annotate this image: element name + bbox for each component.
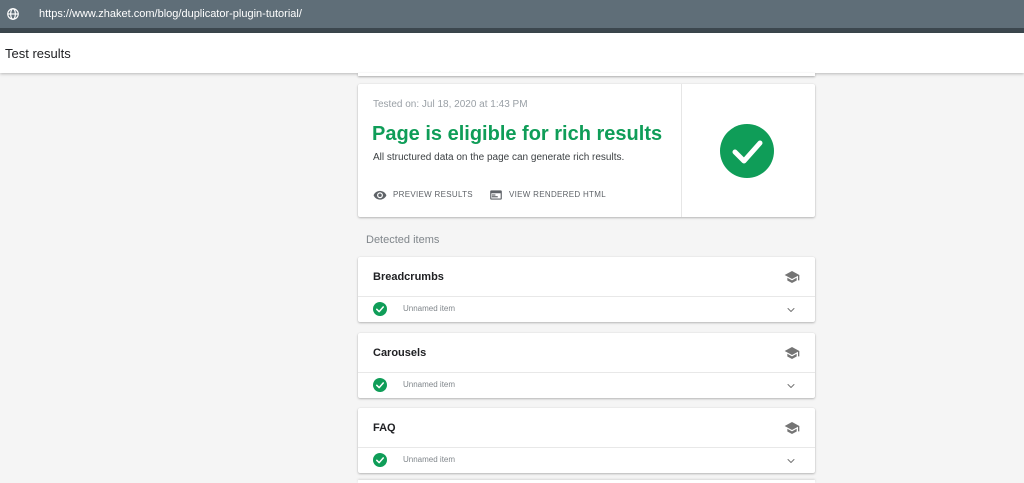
eye-icon — [373, 190, 387, 200]
item-row[interactable]: Unnamed item — [358, 448, 815, 473]
item-title: FAQ — [373, 422, 396, 434]
graduation-cap-icon[interactable] — [784, 420, 800, 436]
url-text[interactable]: https://www.zhaket.com/blog/duplicator-p… — [39, 7, 302, 21]
detected-items-heading: Detected items — [366, 234, 440, 246]
check-circle-icon — [720, 124, 774, 178]
detected-item-breadcrumbs: Breadcrumbs Unnamed item — [358, 257, 815, 322]
check-circle-icon — [373, 453, 387, 467]
result-headline: Page is eligible for rich results — [372, 123, 663, 145]
item-row[interactable]: Unnamed item — [358, 373, 815, 398]
browser-url-bar: https://www.zhaket.com/blog/duplicator-p… — [0, 0, 1024, 28]
detected-item-faq: FAQ Unnamed item — [358, 408, 815, 473]
check-circle-icon — [373, 378, 387, 392]
summary-divider — [681, 84, 682, 217]
item-name: Unnamed item — [403, 304, 456, 313]
globe-icon — [7, 8, 19, 20]
detected-item-carousels: Carousels Unnamed item — [358, 333, 815, 398]
item-name: Unnamed item — [403, 455, 456, 464]
result-description: All structured data on the page can gene… — [373, 152, 625, 163]
web-page-icon — [490, 190, 502, 200]
chevron-down-icon[interactable] — [785, 380, 797, 392]
check-circle-icon — [373, 302, 387, 316]
graduation-cap-icon[interactable] — [784, 269, 800, 285]
item-row[interactable]: Unnamed item — [358, 297, 815, 322]
chevron-down-icon[interactable] — [785, 304, 797, 316]
item-title: Breadcrumbs — [373, 271, 444, 283]
tested-on-timestamp: Tested on: Jul 18, 2020 at 1:43 PM — [373, 99, 528, 110]
view-rendered-html-button[interactable]: VIEW RENDERED HTML — [489, 188, 606, 202]
page-title: Test results — [5, 46, 71, 61]
chevron-down-icon[interactable] — [785, 455, 797, 467]
previous-card-edge — [358, 73, 815, 76]
preview-results-button[interactable]: PREVIEW RESULTS — [373, 188, 473, 202]
app-bar: Test results — [0, 33, 1024, 73]
view-rendered-html-label: VIEW RENDERED HTML — [509, 190, 606, 199]
item-name: Unnamed item — [403, 380, 456, 389]
item-title: Carousels — [373, 347, 427, 359]
summary-card: Tested on: Jul 18, 2020 at 1:43 PM Page … — [358, 84, 815, 217]
preview-results-label: PREVIEW RESULTS — [393, 190, 473, 199]
graduation-cap-icon[interactable] — [784, 345, 800, 361]
